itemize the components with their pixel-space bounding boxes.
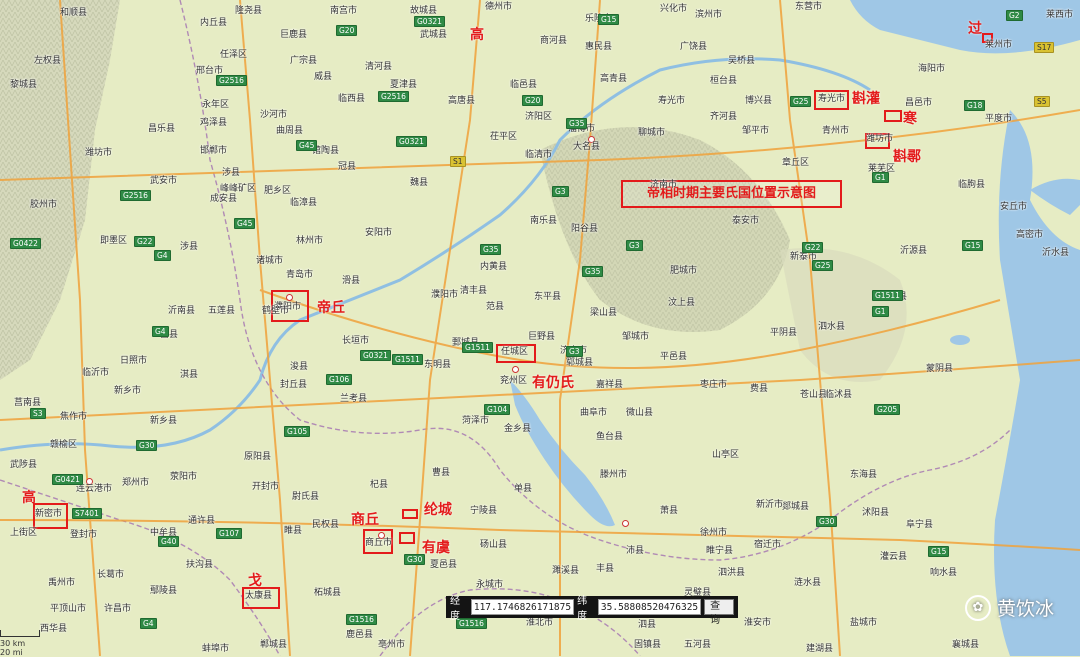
- longitude-label: 经度: [450, 596, 460, 622]
- road-shield: G45: [234, 218, 256, 229]
- annotation-zhenguan: 斟灌: [852, 91, 880, 107]
- road-shield: G15: [962, 240, 984, 251]
- coordinate-query-bar: 经度 117.1746826171875 纬度 35.5880852047632…: [446, 596, 738, 626]
- luncheng-marker-box: [402, 509, 418, 519]
- road-shield: G45: [296, 140, 318, 151]
- city-dot: [286, 294, 293, 301]
- road-shield: G20: [336, 25, 358, 36]
- road-shield: G2516: [120, 190, 151, 201]
- road-shield: G3: [552, 186, 569, 197]
- weifang-box: [865, 133, 890, 149]
- city-dot: [588, 136, 595, 143]
- annotation-han: 寒: [903, 111, 917, 127]
- road-shield: G15: [928, 546, 950, 557]
- annotation-shangqiu: 商丘: [351, 512, 379, 528]
- scale-bar: 30 km 20 mi: [0, 630, 40, 657]
- road-shield: G4: [152, 326, 169, 337]
- road-shield: G3: [566, 346, 583, 357]
- annotation-gao-north: 高: [470, 27, 484, 43]
- road-shield: G18: [964, 100, 986, 111]
- road-shield: G106: [326, 374, 353, 385]
- youyu-marker-box: [399, 532, 415, 544]
- road-shield: G15: [598, 14, 620, 25]
- road-shield: G0321: [396, 136, 427, 147]
- scale-km: 30 km: [0, 639, 26, 648]
- road-shield: S1: [450, 156, 466, 167]
- road-shield: G1: [872, 306, 889, 317]
- road-shield: G2516: [378, 91, 409, 102]
- road-shield: G107: [216, 528, 243, 539]
- road-shield: G3: [626, 240, 643, 251]
- scale-bar-line: [0, 630, 40, 637]
- road-shield: G2: [1006, 10, 1023, 21]
- road-shield: G104: [484, 404, 511, 415]
- road-shield: G25: [812, 260, 834, 271]
- road-shield: G0421: [52, 474, 83, 485]
- road-shield: G35: [480, 244, 502, 255]
- road-shield: G22: [802, 242, 824, 253]
- road-shield: G2516: [216, 75, 247, 86]
- shouguang-box: [814, 90, 849, 110]
- road-shield: G22: [134, 236, 156, 247]
- longitude-input[interactable]: 117.1746826171875: [470, 599, 575, 615]
- annotation-youreng: 有仍氏: [532, 375, 574, 391]
- watermark-text: 黄饮冰: [996, 598, 1054, 620]
- city-dot: [86, 478, 93, 485]
- road-shield: G20: [522, 95, 544, 106]
- road-shield: G105: [284, 426, 311, 437]
- road-shield: G1511: [872, 290, 903, 301]
- road-shield: G0321: [414, 16, 445, 27]
- annotation-luncheng: 纶城: [424, 502, 452, 518]
- wechat-icon: ✿: [964, 594, 991, 621]
- city-dot: [378, 532, 385, 539]
- map-title: 帝相时期主要氏国位置示意图: [621, 180, 842, 208]
- annotation-youyu: 有虞: [422, 540, 450, 556]
- city-dot: [622, 520, 629, 527]
- latitude-input[interactable]: 35.58808520476325: [597, 599, 702, 615]
- road-shield: G4: [140, 618, 157, 629]
- annotation-zhenxun: 斟鄩: [893, 149, 921, 165]
- road-shield: G1: [872, 172, 889, 183]
- latitude-label: 纬度: [577, 596, 588, 622]
- road-shield: G0321: [360, 350, 391, 361]
- annotation-diqiu: 帝丘: [317, 300, 345, 316]
- guo-marker-box: [982, 33, 993, 43]
- road-shield: G1511: [462, 342, 493, 353]
- road-shield: G35: [566, 118, 588, 129]
- road-shield: G30: [404, 554, 426, 565]
- annotation-guo: 过: [968, 21, 982, 37]
- road-shield: G0422: [10, 238, 41, 249]
- road-shield: G25: [790, 96, 812, 107]
- road-shield: G205: [874, 404, 901, 415]
- road-shield: G1511: [392, 354, 423, 365]
- rencheng-box: [496, 344, 536, 363]
- road-shield: G1516: [346, 614, 377, 625]
- road-shield: G30: [816, 516, 838, 527]
- road-shield: S3: [30, 408, 46, 419]
- road-shield: S17: [1034, 42, 1055, 53]
- road-shield: G4: [154, 250, 171, 261]
- query-button[interactable]: 查询: [704, 599, 734, 626]
- road-shield: G35: [582, 266, 604, 277]
- watermark: ✿ 黄饮冰: [964, 594, 1054, 621]
- road-shield: G30: [136, 440, 158, 451]
- map-canvas[interactable]: 帝相时期主要氏国位置示意图 高 过 斟灌 寒 斟鄩 帝丘 有仍氏 高 商丘 纶城…: [0, 0, 1080, 656]
- han-marker-box: [884, 110, 902, 122]
- city-dot: [512, 366, 519, 373]
- road-shield: S7401: [72, 508, 102, 519]
- road-shield: G40: [158, 536, 180, 547]
- road-shield: S5: [1034, 96, 1050, 107]
- xinmi-box: [33, 503, 68, 529]
- taikang-box: [242, 587, 280, 609]
